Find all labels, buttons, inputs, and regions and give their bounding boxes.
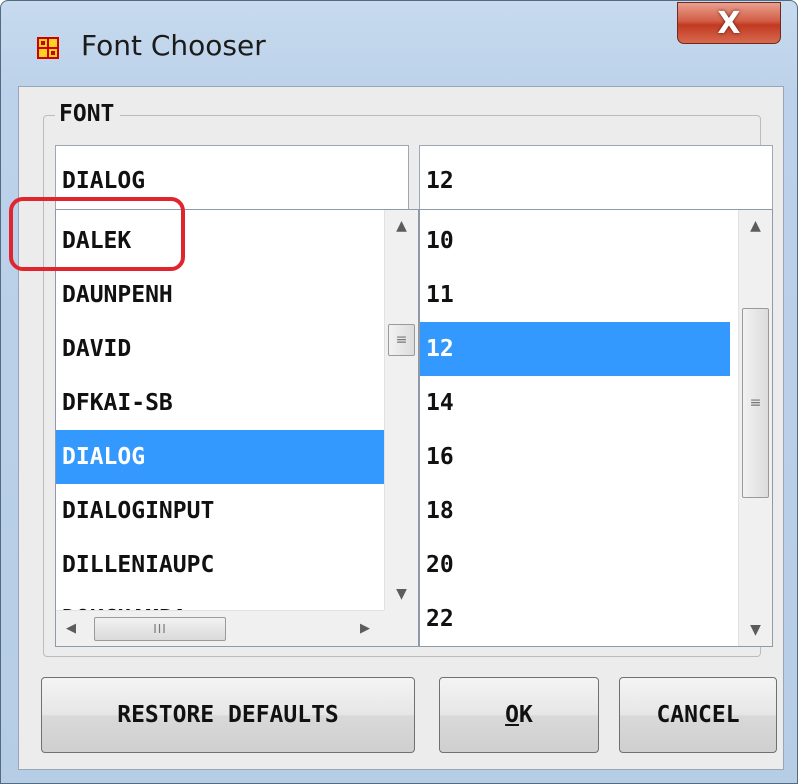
scroll-down-arrow-icon[interactable]: ▼ [739,614,772,646]
window-title: Font Chooser [81,29,266,62]
scroll-up-arrow-icon[interactable]: ▲ [385,210,418,242]
font-group-label: Font [55,101,121,127]
list-item[interactable]: 18 [420,484,730,538]
list-item[interactable]: 14 [420,376,730,430]
horizontal-scroll-thumb[interactable]: III [94,617,226,641]
font-size-list[interactable]: 10 11 12 14 16 18 20 22 24 ▲ ≡ ▼ [419,209,773,647]
list-item-selected[interactable]: 12 [420,322,730,376]
list-item[interactable]: 16 [420,430,730,484]
font-chooser-window: Font Chooser X Font Dalek Daunpenh David… [0,0,798,784]
size-vertical-scrollbar[interactable]: ▲ ≡ ▼ [738,210,772,646]
list-item-selected[interactable]: Dialog [56,430,384,484]
list-item[interactable]: David [56,322,384,376]
scroll-thumb[interactable]: ≡ [388,324,415,356]
dialog-body: Font Dalek Daunpenh David DFKai-SB Dialo… [18,86,784,770]
list-item[interactable]: 11 [420,268,730,322]
font-family-field-box [55,145,409,217]
font-size-field-box [419,145,773,217]
scroll-up-arrow-icon[interactable]: ▲ [739,210,772,242]
close-icon: X [717,5,741,41]
list-item[interactable]: Daunpenh [56,268,384,322]
family-horizontal-scrollbar[interactable]: ◀ III ▶ [56,610,384,646]
list-item[interactable]: Dalek [56,214,384,268]
ok-label-rest: K [519,702,533,728]
font-size-field[interactable] [420,146,772,216]
list-item[interactable]: DialogInput [56,484,384,538]
scroll-right-arrow-icon[interactable]: ▶ [350,611,380,646]
restore-defaults-button[interactable]: Restore Defaults [41,677,415,753]
list-item[interactable]: 10 [420,214,730,268]
cancel-button[interactable]: Cancel [619,677,777,753]
list-item[interactable]: 20 [420,538,730,592]
title-bar[interactable]: Font Chooser X [1,1,797,87]
ok-mnemonic: O [505,702,519,728]
close-button[interactable]: X [677,2,781,44]
scroll-thumb[interactable]: ≡ [742,308,769,498]
app-grid-icon [37,37,59,59]
scroll-left-arrow-icon[interactable]: ◀ [56,611,86,646]
scroll-down-arrow-icon[interactable]: ▼ [385,578,418,610]
list-item[interactable]: DilleniaUPC [56,538,384,592]
family-vertical-scrollbar[interactable]: ▲ ≡ ▼ [384,210,418,610]
font-family-list[interactable]: Dalek Daunpenh David DFKai-SB Dialog Dia… [55,209,419,647]
list-item[interactable]: 24 [420,635,730,646]
font-family-field[interactable] [56,146,408,216]
ok-button[interactable]: OK [439,677,599,753]
scroll-corner [384,610,418,646]
list-item[interactable]: DFKai-SB [56,376,384,430]
